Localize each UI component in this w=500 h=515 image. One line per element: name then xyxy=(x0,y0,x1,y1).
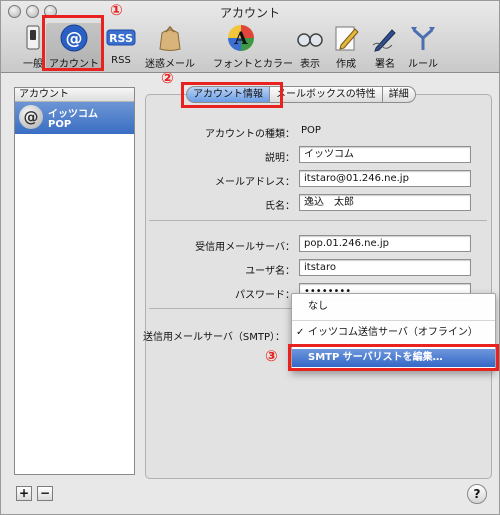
email-label: メールアドレス： xyxy=(215,177,295,188)
toolbar: アカウント 一般 @ アカウント RSS RSS 迷惑メール A フォントとカラ… xyxy=(1,1,499,73)
description-field[interactable]: イッツコム xyxy=(299,146,471,163)
at-sign-icon: @ xyxy=(60,24,88,52)
toolbar-junk-mail-button[interactable]: 迷惑メール xyxy=(142,23,198,70)
smtp-server-label: 送信用メールサーバ（SMTP）： xyxy=(142,332,285,343)
font-color-icon: A xyxy=(228,25,254,51)
svg-text:@: @ xyxy=(66,29,83,49)
junk-mail-bag-icon xyxy=(159,25,181,51)
email-field[interactable]: itstaro@01.246.ne.jp xyxy=(299,170,471,187)
account-type-value: POP xyxy=(301,125,321,136)
description-label: 説明： xyxy=(265,153,295,164)
tab-mailbox-behaviors[interactable]: メールボックスの特性 xyxy=(270,86,383,103)
checkmark-icon: ✓ xyxy=(296,327,305,338)
svg-text:RSS: RSS xyxy=(109,32,133,45)
menu-item-itscom-smtp-label: イッツコム送信サーバ（オフライン） xyxy=(308,327,478,338)
menu-item-none-label: なし xyxy=(308,301,328,312)
toolbar-rules-button[interactable]: ルール xyxy=(395,23,451,70)
annotation-step-1: ① xyxy=(110,1,123,19)
fullname-field[interactable]: 逸込 太郎 xyxy=(299,194,471,211)
toolbar-fonts-colors-button[interactable]: A フォントとカラー xyxy=(213,23,293,70)
rss-icon: RSS xyxy=(106,29,136,46)
username-label: ユーザ名： xyxy=(245,266,295,277)
section-divider xyxy=(149,220,487,221)
incoming-server-field[interactable]: pop.01.246.ne.jp xyxy=(299,235,471,252)
tab-account-info[interactable]: アカウント情報 xyxy=(186,86,270,103)
remove-account-button[interactable]: − xyxy=(37,486,53,501)
menu-item-itscom-smtp[interactable]: ✓ イッツコム送信サーバ（オフライン） xyxy=(292,324,495,342)
username-field[interactable]: itstaro xyxy=(299,259,471,276)
toolbar-rss-button[interactable]: RSS RSS xyxy=(93,23,149,69)
smtp-server-menu[interactable]: なし ✓ イッツコム送信サーバ（オフライン） SMTP サーバリストを編集… xyxy=(291,293,496,371)
toolbar-fonts-colors-label: フォントとカラー xyxy=(213,59,293,70)
account-row-itscom[interactable]: @ イッツコム POP xyxy=(15,102,134,134)
menu-separator xyxy=(292,346,495,347)
settings-tabs: アカウント情報 メールボックスの特性 詳細 xyxy=(186,86,416,104)
account-type-label: アカウントの種類： xyxy=(205,129,295,140)
account-name: イッツコム xyxy=(48,109,98,120)
menu-item-edit-smtp-list-label: SMTP サーバリストを編集… xyxy=(308,352,443,363)
toolbar-rss-label: RSS xyxy=(111,55,131,66)
preferences-window: アカウント 一般 @ アカウント RSS RSS 迷惑メール A フォントとカラ… xyxy=(0,0,500,515)
add-account-button[interactable]: + xyxy=(16,486,32,501)
account-type: POP xyxy=(48,119,72,130)
toolbar-rules-label: ルール xyxy=(408,59,438,70)
password-label: パスワード： xyxy=(235,290,295,301)
tab-advanced[interactable]: 詳細 xyxy=(382,86,416,103)
account-list-header: アカウント xyxy=(15,88,134,102)
switch-icon xyxy=(26,25,40,50)
account-list[interactable]: アカウント @ イッツコム POP xyxy=(14,87,135,475)
annotation-step-2: ② xyxy=(161,69,174,87)
window-title: アカウント xyxy=(219,6,280,20)
menu-item-edit-smtp-list[interactable]: SMTP サーバリストを編集… xyxy=(292,349,495,367)
at-sign-icon: @ xyxy=(19,105,43,129)
annotation-step-3: ③ xyxy=(265,347,278,365)
help-button[interactable]: ? xyxy=(467,484,487,504)
rules-icon xyxy=(411,27,435,50)
menu-separator xyxy=(292,320,495,321)
incoming-server-label: 受信用メールサーバ： xyxy=(195,242,295,253)
fullname-label: 氏名： xyxy=(265,201,295,212)
svg-text:A: A xyxy=(233,29,248,49)
toolbar-junk-mail-label: 迷惑メール xyxy=(145,59,195,70)
menu-item-none[interactable]: なし xyxy=(292,298,495,316)
